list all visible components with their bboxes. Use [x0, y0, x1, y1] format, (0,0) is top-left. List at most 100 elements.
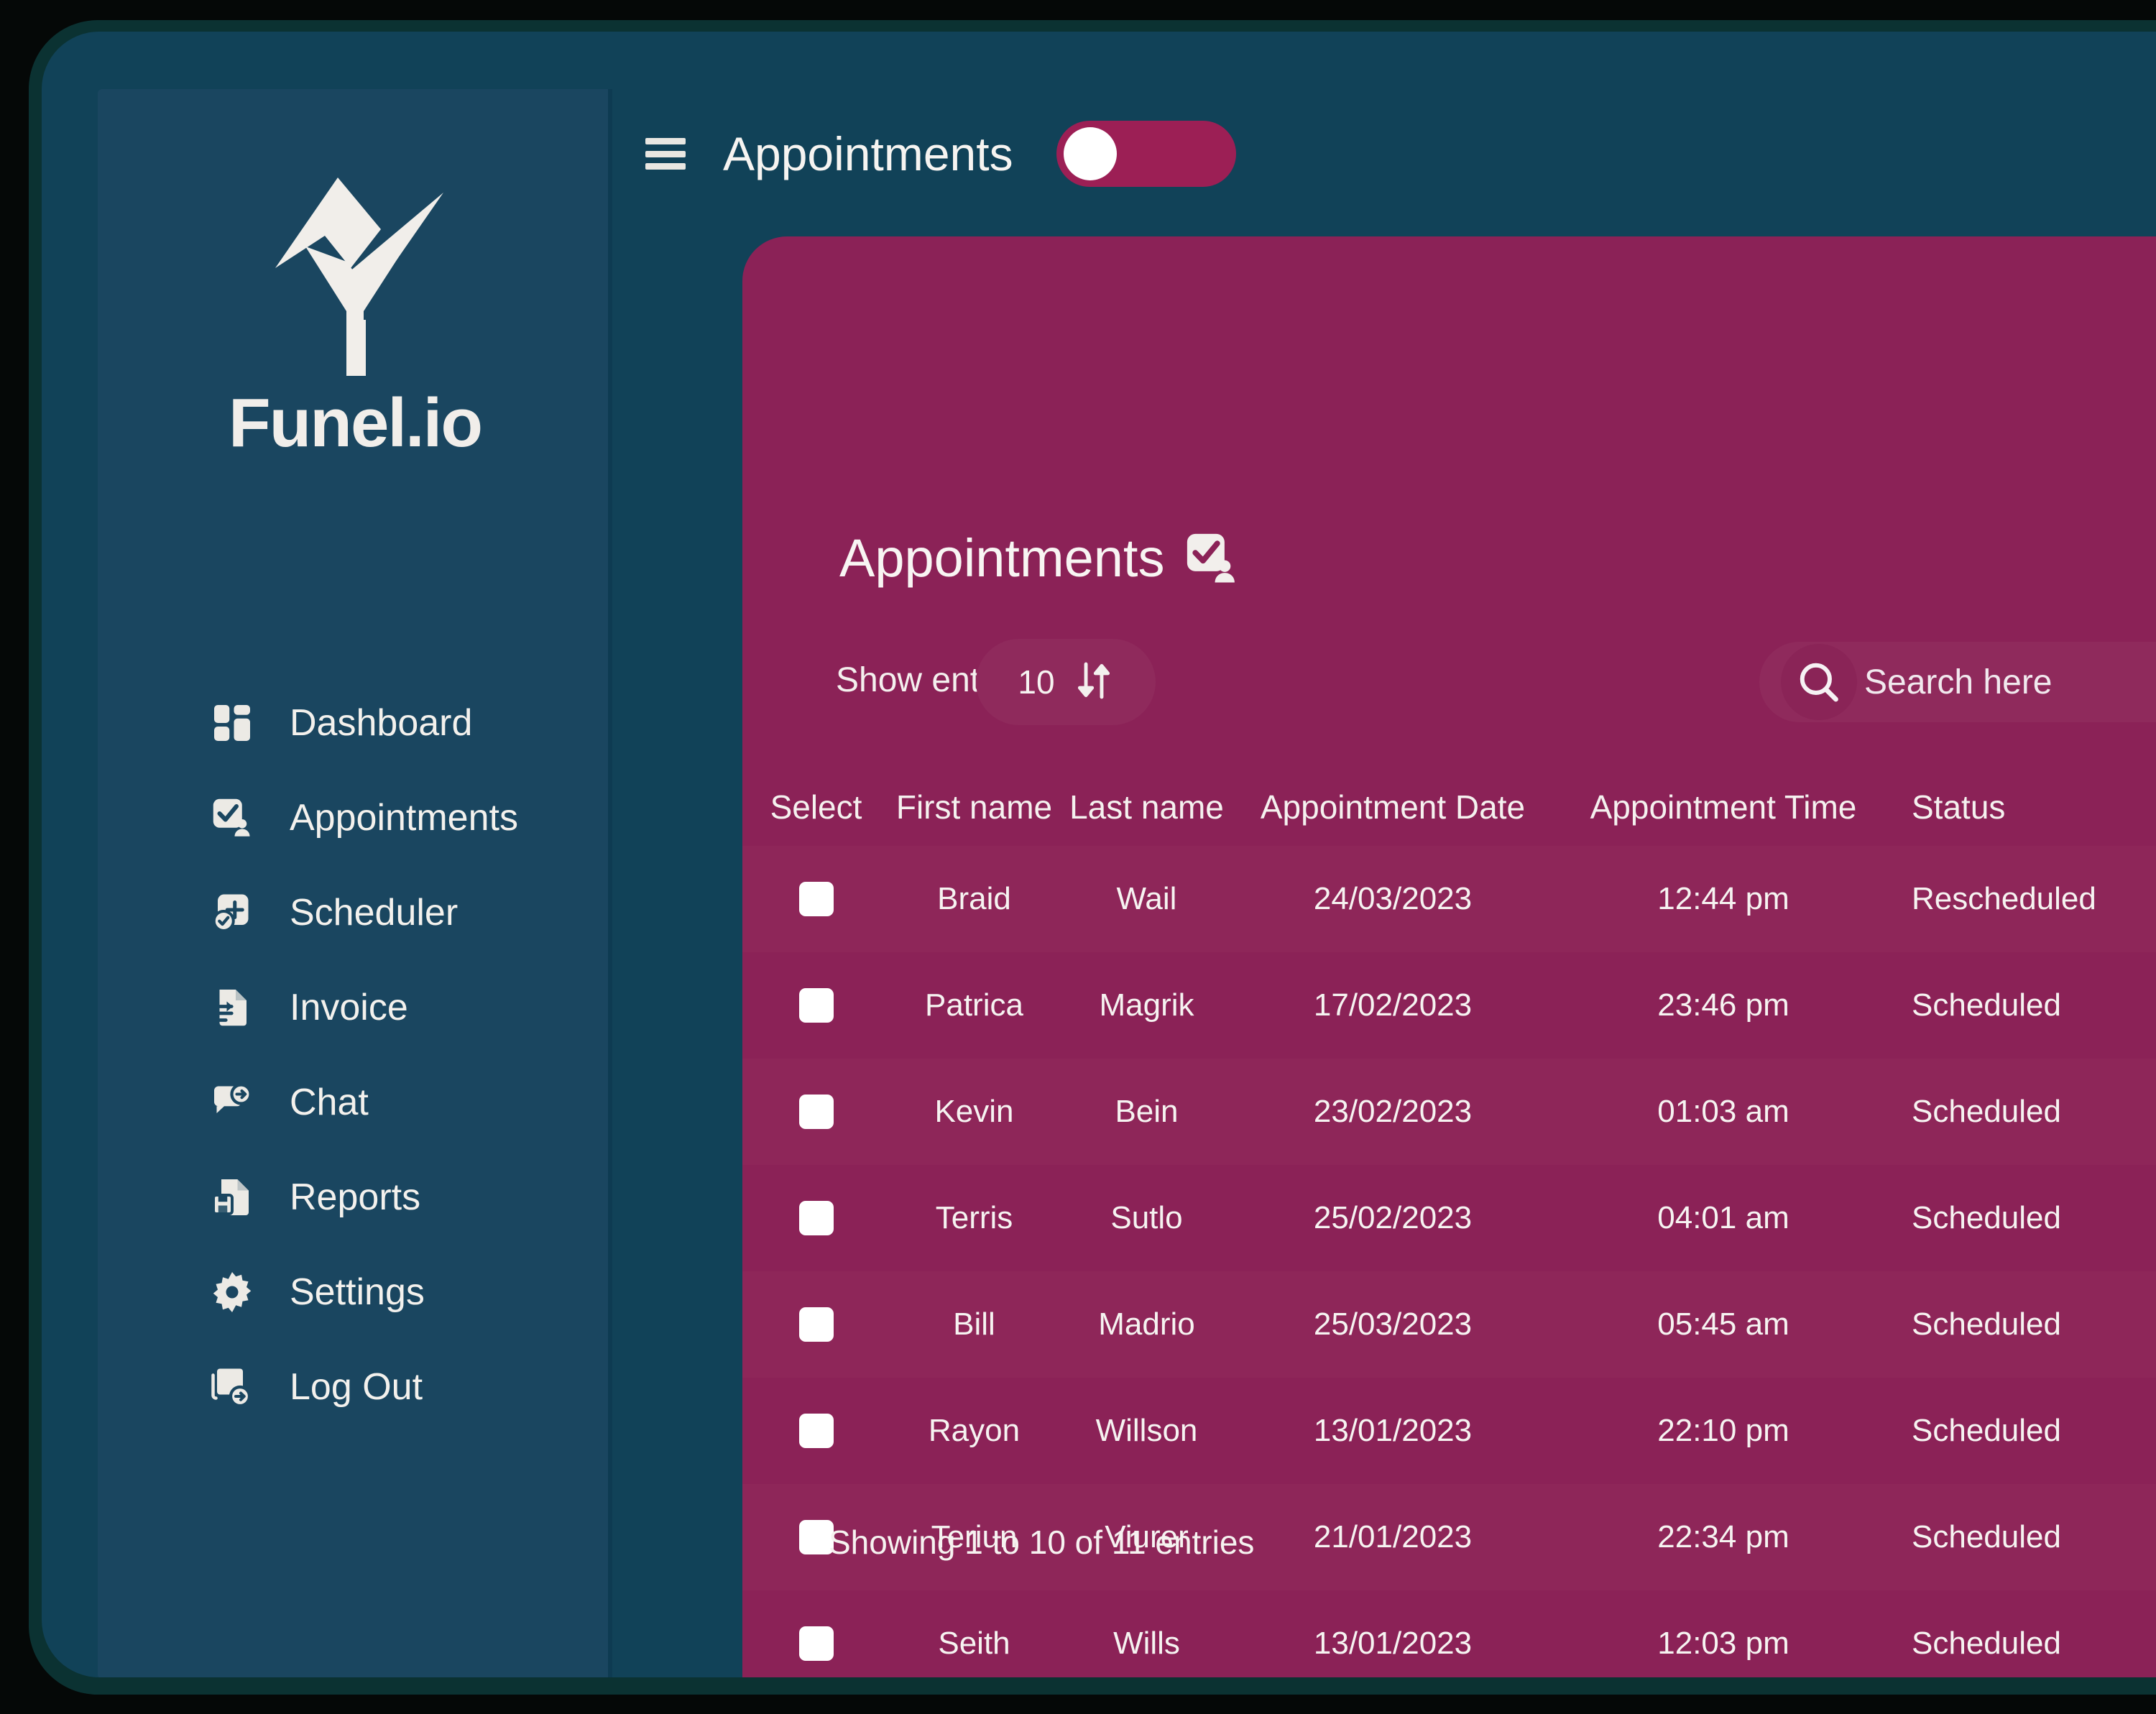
- row-select-cell: [742, 1414, 890, 1448]
- status-badge: Scheduled: [1912, 1626, 2061, 1661]
- row-checkbox[interactable]: [798, 1626, 834, 1661]
- card-title: Appointments: [839, 527, 1240, 589]
- status-badge: Scheduled: [1912, 1200, 2061, 1235]
- column-header-appointment-date: Appointment Date: [1260, 788, 1526, 826]
- sidebar-divider: [608, 89, 612, 1677]
- page-title: Appointments: [723, 127, 1013, 180]
- column-header-select: Select: [770, 788, 862, 826]
- cell-first-name: Bill: [953, 1307, 995, 1342]
- row-checkbox[interactable]: [798, 1095, 834, 1129]
- row-select-cell: [742, 1626, 890, 1661]
- row-select-cell: [742, 1095, 890, 1129]
- cell-first-name: Patrica: [925, 987, 1023, 1023]
- invoice-document-icon: [209, 985, 255, 1031]
- row-checkbox[interactable]: [798, 988, 834, 1023]
- show-entries-select[interactable]: 10: [976, 639, 1156, 725]
- funnel-checkmark-logo-icon: [275, 178, 443, 376]
- sidebar-item-label: Scheduler: [290, 892, 459, 934]
- sidebar-item-reports[interactable]: Reports: [98, 1167, 612, 1227]
- sidebar-item-appointments[interactable]: Appointments: [98, 788, 612, 848]
- cell-first-name: Rayon: [928, 1413, 1021, 1448]
- cell-last-name: Wail: [1116, 881, 1177, 916]
- cell-first-name: Seith: [938, 1626, 1010, 1661]
- calendar-clock-plus-icon: [209, 890, 255, 936]
- table-row[interactable]: Kevin Bein 23/02/2023 01:03 am Scheduled: [742, 1059, 2156, 1165]
- table-row[interactable]: Rayon Willson 13/01/2023 22:10 pm Schedu…: [742, 1378, 2156, 1484]
- status-badge: Scheduled: [1912, 1519, 2061, 1554]
- sidebar-nav: Dashboard Appointments Scheduler Invoice…: [98, 693, 612, 1452]
- table-header-row: Select First name Last name Appointment …: [742, 768, 2156, 846]
- status-badge: Scheduled: [1912, 1413, 2061, 1448]
- cell-date: 25/03/2023: [1313, 1307, 1473, 1342]
- sidebar-item-invoice[interactable]: Invoice: [98, 977, 612, 1038]
- topbar: Appointments: [631, 89, 2156, 218]
- checkbox-person-icon: [1184, 530, 1240, 586]
- cell-date: 13/01/2023: [1313, 1626, 1473, 1661]
- cell-date: 13/01/2023: [1313, 1413, 1473, 1448]
- cell-date: 25/02/2023: [1313, 1200, 1473, 1235]
- checkbox-person-icon: [209, 795, 255, 841]
- table-controls: Show entries: 10 Search here: [742, 639, 2156, 732]
- row-checkbox[interactable]: [798, 1201, 834, 1235]
- sidebar-item-settings[interactable]: Settings: [98, 1262, 612, 1322]
- status-badge: Rescheduled: [1912, 881, 2096, 916]
- brand-logo: Funel.io: [98, 168, 612, 463]
- table-row[interactable]: Braid Wail 24/03/2023 12:44 pm Reschedul…: [742, 846, 2156, 952]
- entries-value: 10: [1018, 663, 1055, 701]
- theme-toggle-switch[interactable]: [1056, 121, 1236, 187]
- sort-updown-icon: [1074, 658, 1114, 706]
- cell-first-name: Kevin: [934, 1094, 1014, 1129]
- hamburger-menu-icon[interactable]: [645, 138, 686, 170]
- table-row[interactable]: Patrica Magrik 17/02/2023 23:46 pm Sched…: [742, 952, 2156, 1059]
- cell-time: 12:44 pm: [1657, 881, 1789, 916]
- table-footer-info: Showing 1 to 10 of 11 entries: [829, 1524, 1255, 1561]
- column-header-first-name: First name: [895, 788, 1053, 826]
- sidebar-item-label: Chat: [290, 1082, 369, 1123]
- cell-last-name: Willson: [1095, 1413, 1198, 1448]
- cell-time: 05:45 am: [1657, 1307, 1789, 1342]
- sidebar-item-label: Settings: [290, 1271, 425, 1313]
- sidebar-item-label: Dashboard: [290, 702, 473, 744]
- cell-time: 22:10 pm: [1657, 1413, 1789, 1448]
- cell-time: 01:03 am: [1657, 1094, 1789, 1129]
- sidebar-item-dashboard[interactable]: Dashboard: [98, 693, 612, 753]
- row-checkbox[interactable]: [798, 882, 834, 916]
- column-header-last-name: Last name: [1069, 788, 1224, 826]
- logout-arrow-icon: [209, 1364, 255, 1410]
- sidebar-item-label: Invoice: [290, 987, 408, 1028]
- status-badge: Scheduled: [1912, 987, 2061, 1023]
- report-save-icon: [209, 1174, 255, 1220]
- column-header-appointment-time: Appointment Time: [1590, 788, 1857, 826]
- cell-time: 12:03 pm: [1657, 1626, 1789, 1661]
- sidebar-item-logout[interactable]: Log Out: [98, 1357, 612, 1417]
- sidebar-item-label: Reports: [290, 1176, 421, 1218]
- sidebar: Funel.io Dashboard Appointments Schedule…: [98, 89, 612, 1677]
- table-row[interactable]: Seith Wills 13/01/2023 12:03 pm Schedule…: [742, 1590, 2156, 1677]
- status-badge: Scheduled: [1912, 1307, 2061, 1342]
- table-row[interactable]: Terris Sutlo 25/02/2023 04:01 am Schedul…: [742, 1165, 2156, 1271]
- cell-last-name: Sutlo: [1110, 1200, 1183, 1235]
- row-checkbox[interactable]: [798, 1307, 834, 1342]
- row-select-cell: [742, 1201, 890, 1235]
- cell-time: 04:01 am: [1657, 1200, 1789, 1235]
- search-input[interactable]: Search here: [1759, 642, 2156, 722]
- appointments-card: Appointments Show entries: 10 Search her…: [742, 236, 2156, 1677]
- sidebar-item-scheduler[interactable]: Scheduler: [98, 883, 612, 943]
- grid-dashboard-icon: [209, 700, 255, 746]
- cell-last-name: Bein: [1115, 1094, 1179, 1129]
- cell-date: 23/02/2023: [1313, 1094, 1473, 1129]
- cell-first-name: Braid: [937, 881, 1011, 916]
- search-icon: [1781, 644, 1857, 720]
- table-row[interactable]: Bill Madrio 25/03/2023 05:45 am Schedule…: [742, 1271, 2156, 1378]
- cell-first-name: Terris: [935, 1200, 1013, 1235]
- toggle-knob: [1063, 127, 1117, 180]
- row-checkbox[interactable]: [798, 1414, 834, 1448]
- cell-last-name: Magrik: [1099, 987, 1194, 1023]
- sidebar-item-label: Log Out: [290, 1366, 423, 1408]
- app-root: Funel.io Dashboard Appointments Schedule…: [0, 0, 2156, 1714]
- cell-date: 24/03/2023: [1313, 881, 1473, 916]
- brand-name: Funel.io: [229, 384, 483, 461]
- cell-date: 17/02/2023: [1313, 987, 1473, 1023]
- sidebar-item-chat[interactable]: Chat: [98, 1072, 612, 1133]
- sidebar-item-label: Appointments: [290, 797, 518, 839]
